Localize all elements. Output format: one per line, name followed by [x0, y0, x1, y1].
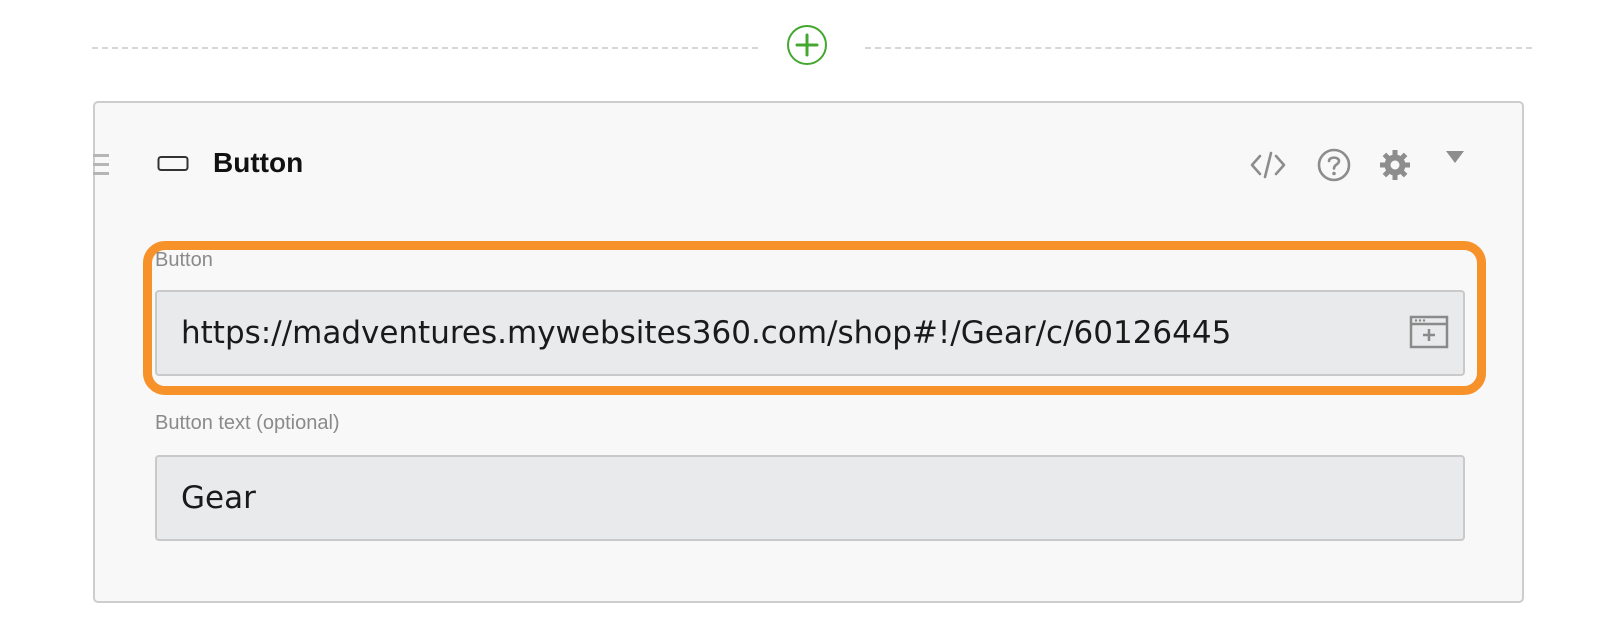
button-text-field [155, 455, 1465, 541]
url-field [155, 290, 1465, 376]
gear-icon[interactable] [1375, 145, 1415, 185]
button-shape-icon [157, 155, 189, 173]
plus-circle-icon [795, 33, 819, 57]
url-field-label: Button [155, 249, 213, 271]
add-block-button[interactable] [787, 25, 827, 65]
button-text-input[interactable] [181, 457, 1371, 539]
code-icon[interactable] [1248, 145, 1288, 185]
button-block-card: Button Button https://madventures.mywebs… [93, 101, 1524, 603]
block-title: Button [213, 147, 304, 178]
block-insert-divider [92, 18, 1532, 78]
button-text-label: Button text (optional) [155, 412, 340, 434]
help-icon[interactable] [1314, 145, 1354, 185]
browse-link-icon[interactable] [1409, 314, 1449, 350]
divider-dash-left [92, 47, 758, 49]
url-input[interactable] [181, 292, 1371, 374]
caret-down-icon[interactable] [1435, 145, 1475, 185]
drag-handle-icon[interactable] [93, 152, 111, 178]
divider-dash-right [865, 47, 1532, 49]
